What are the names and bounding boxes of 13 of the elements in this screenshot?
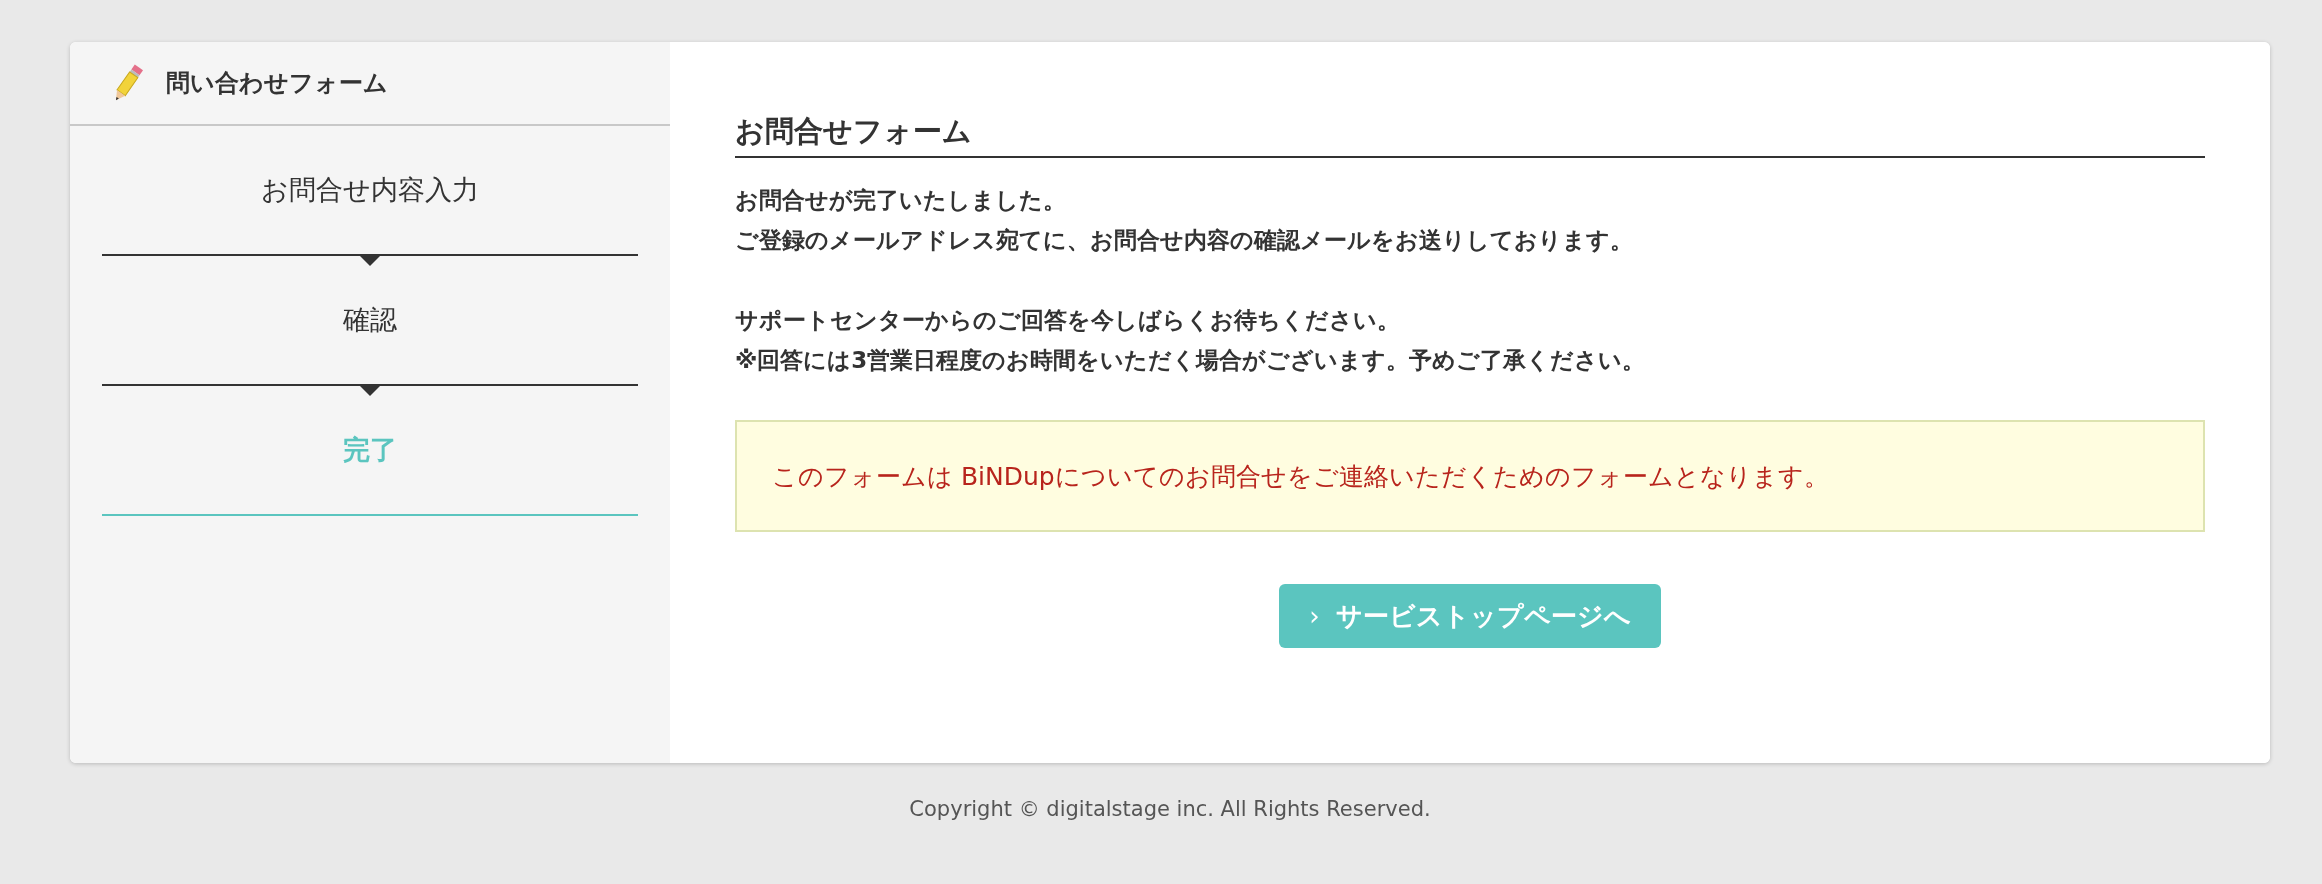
- chevron-right-icon: ›: [1309, 601, 1320, 631]
- service-top-button[interactable]: › サービストップページへ: [1279, 584, 1661, 648]
- notice-text: このフォームは BiNDupについてのお問合せをご連絡いただくためのフォームとなります。: [772, 460, 1829, 493]
- sidebar-title: 問い合わせフォーム: [166, 68, 388, 99]
- message-paragraph: サポートセンターからのご回答を今しばらくお待ちください。 ※回答には3営業日程度のお時間をいただく場合がございます。予めご了承ください。: [735, 306, 1647, 375]
- step-item: 完了: [102, 386, 638, 516]
- message-paragraph: お問合せが完了いたしました。 ご登録のメールアドレス宛てに、お問合せ内容の確認メールをお送りしております。: [735, 186, 1634, 255]
- page-heading: お問合せフォーム: [735, 112, 2205, 158]
- triangle-icon: [360, 386, 380, 396]
- triangle-icon: [360, 256, 380, 266]
- step-item: 確認: [102, 256, 638, 386]
- step-item: お問合せ内容入力: [102, 126, 638, 256]
- copyright-text: Copyright © digitalstage inc. All Rights Reserved.: [909, 797, 1431, 821]
